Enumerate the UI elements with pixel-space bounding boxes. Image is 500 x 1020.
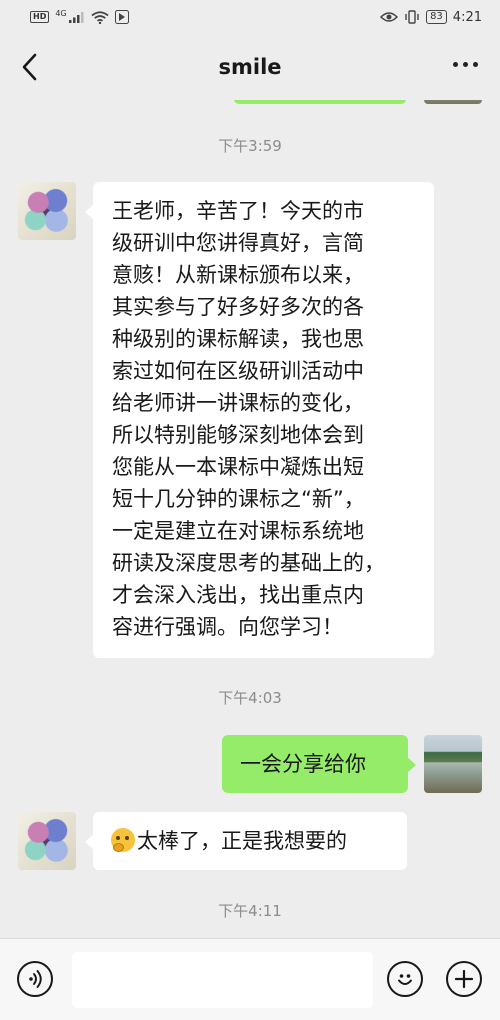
message-line: 您能从一本课标中凝炼出短 — [112, 455, 364, 479]
emoji-button[interactable] — [387, 961, 423, 997]
network-label: 4G — [55, 8, 67, 18]
chat-header: smile — [0, 34, 500, 100]
message-line: 短十几分钟的课标之“新”， — [112, 487, 365, 511]
message-line: 容进行强调。向您学习！ — [112, 615, 343, 639]
notification-app-icon — [114, 10, 129, 24]
eye-icon — [380, 12, 399, 22]
previous-own-avatar[interactable] — [424, 100, 482, 104]
timestamp: 下午4:11 — [218, 902, 282, 920]
voice-icon — [29, 970, 42, 988]
timestamp: 下午4:03 — [218, 689, 282, 707]
status-time: 4:21 — [452, 9, 482, 25]
message-line: 研读及深度思考的基础上的， — [112, 551, 385, 575]
message-text: 一会分享给你 — [240, 752, 366, 776]
message-line: 种级别的课标解读，我也思 — [112, 327, 364, 351]
battery-indicator: 83 — [426, 10, 447, 24]
status-right: 83 4:21 — [380, 10, 482, 25]
message-line: 一定是建立在对课标系统地 — [112, 519, 364, 543]
vibrate-icon — [405, 10, 419, 24]
status-bar: HD 4G 83 4:21 — [0, 0, 500, 34]
own-avatar[interactable] — [424, 735, 482, 793]
voice-button[interactable] — [17, 961, 53, 997]
more-dots-icon — [453, 62, 458, 67]
chevron-left-icon — [22, 53, 37, 81]
message-line: 才会深入浅出，找出重点内 — [112, 583, 364, 607]
message-input[interactable] — [72, 952, 373, 1008]
input-bar — [0, 938, 500, 1020]
hd-badge: HD — [30, 11, 50, 23]
message-line: 王老师，辛苦了！今天的市 — [112, 199, 364, 223]
contact-avatar[interactable] — [18, 182, 76, 240]
signal-icon — [68, 12, 84, 23]
message-bubble-short[interactable]: 太棒了，正是我想要的 — [85, 812, 407, 870]
plus-button[interactable] — [446, 961, 482, 997]
message-line: 其实参与了好多好多次的各 — [112, 295, 364, 319]
outgoing-message-bubble[interactable]: 一会分享给你 — [222, 735, 416, 793]
thinking-face-emoji-icon — [111, 828, 135, 852]
message-line: 级研训中您讲得真好，言简 — [112, 231, 364, 255]
message-line: 索过如何在区级研训活动中 — [112, 359, 364, 383]
previous-outgoing-bubble[interactable] — [234, 100, 406, 104]
message-list[interactable]: 下午3:59 王老师，辛苦了！今天的市 级研训中您讲得真好，言简 意赅！从新课标… — [0, 100, 500, 938]
message-text: 太棒了，正是我想要的 — [137, 829, 347, 853]
contact-avatar[interactable] — [18, 812, 76, 870]
message-line: 意赅！从新课标颁布以来， — [112, 263, 364, 287]
timestamp: 下午3:59 — [218, 137, 282, 155]
plus-icon — [454, 969, 474, 989]
more-button[interactable] — [453, 62, 478, 67]
message-line: 所以特别能够深刻地体会到 — [112, 423, 364, 447]
message-line: 给老师讲一讲课标的变化， — [112, 391, 364, 415]
wifi-icon — [91, 10, 109, 24]
message-bubble-long[interactable]: 王老师，辛苦了！今天的市 级研训中您讲得真好，言简 意赅！从新课标颁布以来， 其… — [85, 182, 434, 658]
emoji-icon — [398, 974, 412, 985]
back-button[interactable] — [18, 52, 44, 82]
status-left: HD 4G — [30, 8, 129, 24]
chat-title: smile — [218, 55, 282, 79]
